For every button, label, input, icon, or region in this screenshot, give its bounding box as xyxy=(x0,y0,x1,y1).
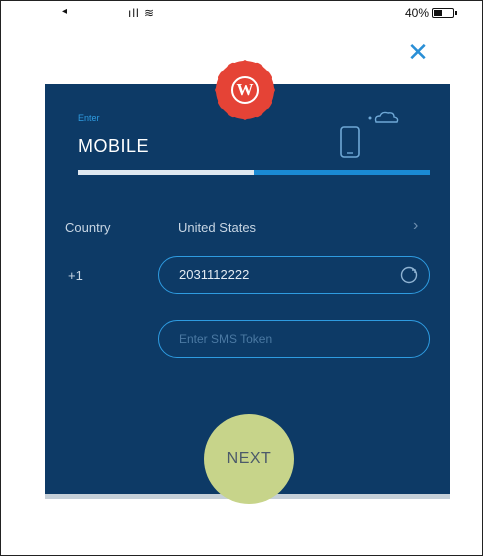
step-progress-fill xyxy=(78,170,254,175)
status-bar: ◂ ıll ≋ 40% xyxy=(0,6,485,26)
location-icon: ◂ xyxy=(62,6,68,17)
country-select[interactable]: United States xyxy=(178,220,256,235)
next-button[interactable]: NEXT xyxy=(204,414,294,504)
brand-seal-letter: W xyxy=(231,76,259,104)
refresh-icon[interactable] xyxy=(399,265,419,285)
phone-number-value: 2031112222 xyxy=(179,267,250,282)
battery-percent: 40% xyxy=(405,6,430,20)
country-label: Country xyxy=(65,220,111,235)
enter-label: Enter xyxy=(78,113,100,123)
sms-token-placeholder: Enter SMS Token xyxy=(179,332,273,346)
field-title: MOBILE xyxy=(78,136,150,156)
brand-seal-icon: W xyxy=(219,64,271,116)
cloud-sync-icon xyxy=(368,111,399,123)
step-progress-bar xyxy=(78,170,430,175)
phone-number-field[interactable]: 2031112222 xyxy=(158,256,430,294)
signal-wifi-icon: ıll ≋ xyxy=(128,6,156,20)
dial-code: +1 xyxy=(68,268,83,283)
battery-icon xyxy=(432,8,457,18)
close-button[interactable]: ✕ xyxy=(404,38,432,66)
sms-token-field[interactable]: Enter SMS Token xyxy=(158,320,430,358)
chevron-right-icon[interactable]: › xyxy=(413,217,418,235)
phone-icon xyxy=(340,126,360,158)
